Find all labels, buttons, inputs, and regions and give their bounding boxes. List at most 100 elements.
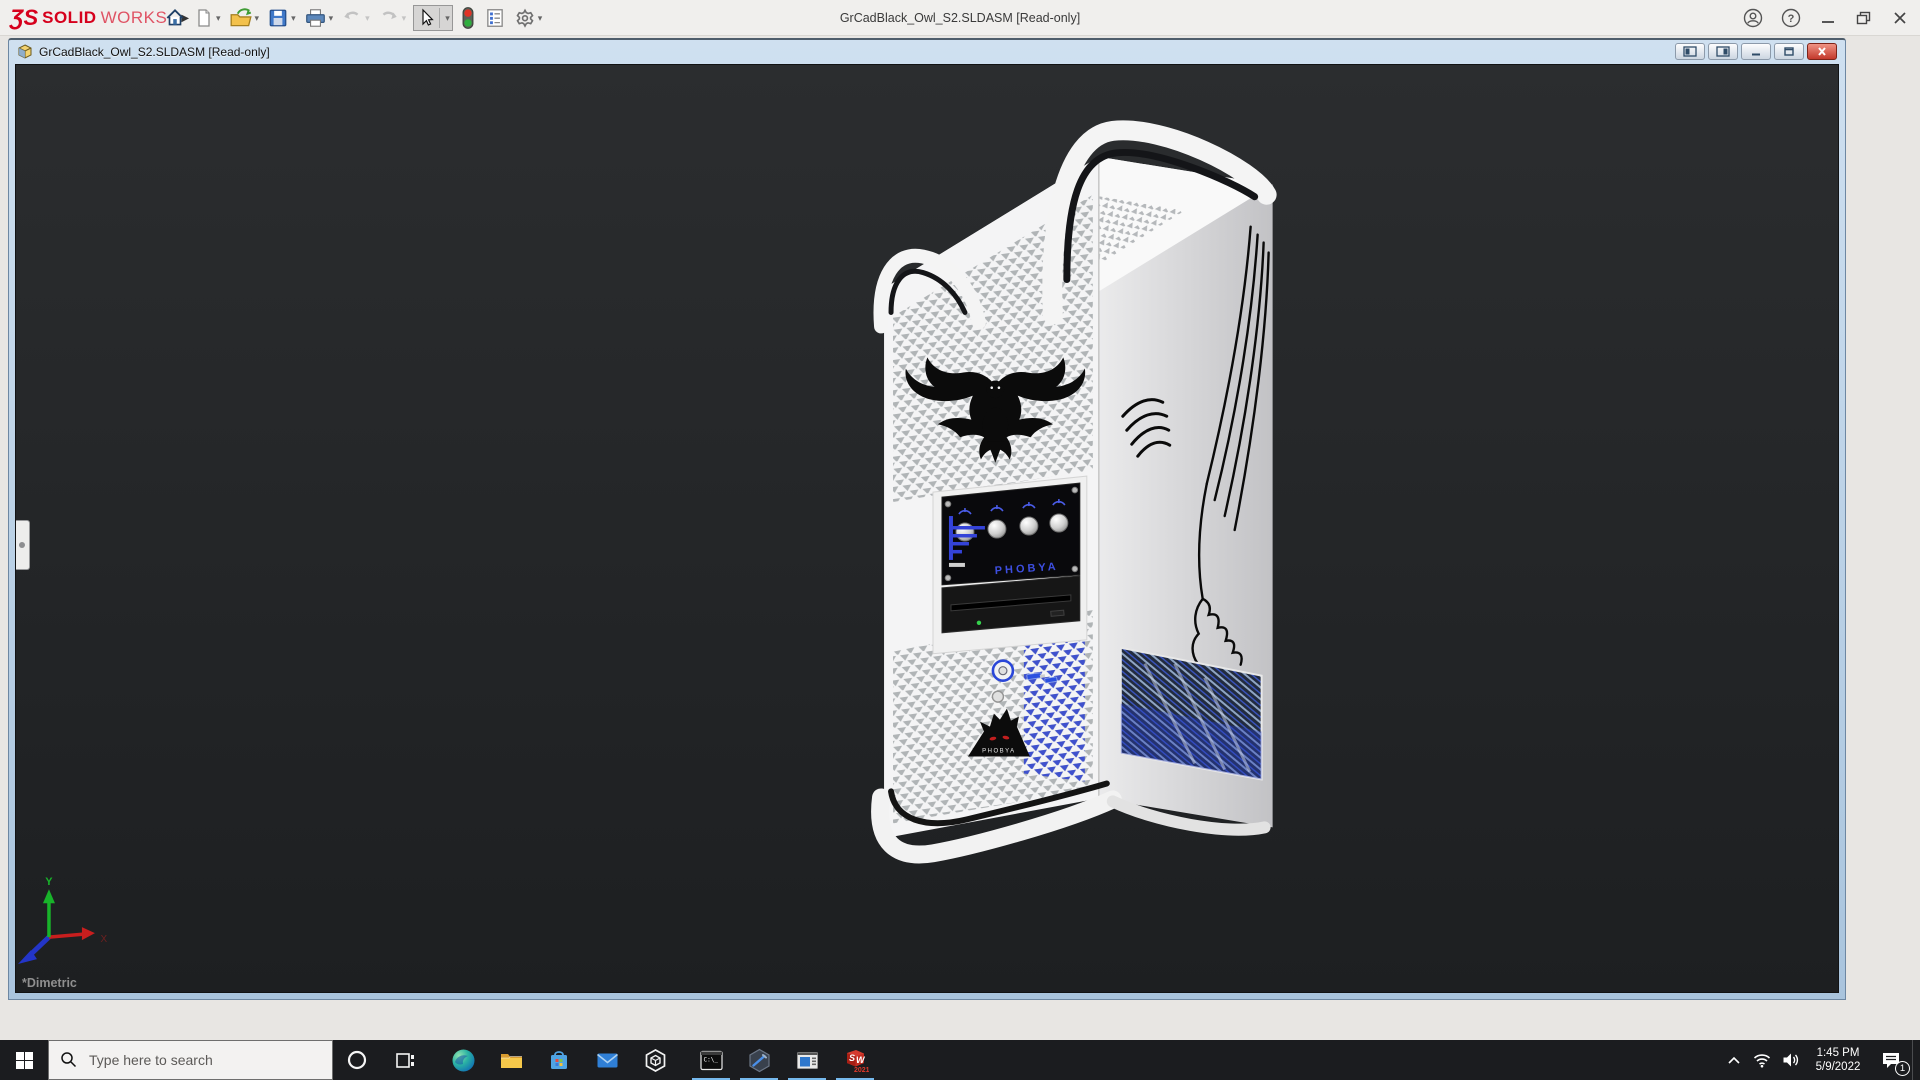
command-prompt-icon: C:\_ [699, 1048, 724, 1073]
badge-text: PHOBYA [982, 749, 1016, 755]
cortana-button[interactable] [333, 1040, 381, 1080]
solidworks-2021-icon: SW2021 [842, 1047, 869, 1074]
drive-led [977, 621, 981, 625]
undo-icon [341, 7, 363, 29]
taskbar-item-solidworks[interactable]: SW2021 [831, 1040, 879, 1080]
tray-network-button[interactable] [1748, 1040, 1776, 1080]
show-desktop-button[interactable] [1912, 1040, 1920, 1080]
orientation-label: *Dimetric [22, 976, 77, 990]
speaker-icon [1782, 1052, 1800, 1068]
sw-letter-w: W [856, 1055, 866, 1065]
select-tool[interactable]: ▾ [413, 5, 453, 31]
select-dropdown[interactable]: ▾ [445, 13, 450, 24]
start-button[interactable] [0, 1040, 48, 1080]
app-window-icon [795, 1048, 820, 1073]
tray-clock[interactable]: 1:45 PM5/9/2022 [1806, 1040, 1870, 1080]
redo-button[interactable]: ▾ [375, 5, 410, 31]
search-input[interactable] [48, 1040, 333, 1080]
document-title: GrCadBlack_Owl_S2.SLDASM [Read-only] [39, 45, 270, 59]
doc-restore-button[interactable] [1774, 43, 1804, 60]
document-window: GrCadBlack_Owl_S2.SLDASM [Read-only] [8, 38, 1846, 1000]
reset-button[interactable] [992, 691, 1003, 702]
restore-icon[interactable] [1854, 7, 1874, 29]
action-center-button[interactable]: 1 [1870, 1040, 1912, 1080]
save-button[interactable]: ▾ [264, 5, 299, 31]
app-titlebar: ƷS SOLID WORKS ▶ ▾ ▾ ▾ ▾ ▾ ▾ [0, 0, 1920, 36]
sw-year: 2021 [854, 1067, 869, 1074]
new-document-button[interactable]: ▾ [191, 5, 224, 31]
microsoft-store-icon [547, 1048, 571, 1072]
gear-icon [514, 7, 536, 29]
taskbar-item-mail[interactable] [583, 1040, 631, 1080]
tray-time: 1:45 PM [1816, 1046, 1861, 1060]
options-button[interactable]: ▾ [511, 5, 546, 31]
tray-chevron-button[interactable] [1720, 1040, 1748, 1080]
task-view-icon [395, 1050, 416, 1071]
help-icon[interactable]: ? [1780, 7, 1802, 29]
file-properties-icon [484, 7, 506, 29]
model-scene[interactable]: PHOBYA [16, 65, 1838, 992]
feature-tree-collapsed-tab[interactable] [16, 520, 30, 570]
right-pane-icon [1716, 46, 1730, 57]
app-window-buttons: ? [1742, 0, 1910, 36]
select-divider [439, 8, 440, 28]
left-pane-toggle-button[interactable] [1675, 43, 1705, 60]
doc-minimize-icon [1749, 46, 1763, 57]
open-dropdown[interactable]: ▾ [255, 13, 260, 24]
print-icon [304, 7, 327, 29]
undo-button[interactable]: ▾ [338, 5, 373, 31]
solidworks-logo-glyph: ƷS [10, 5, 38, 31]
new-document-icon [194, 7, 214, 29]
options-dropdown[interactable]: ▾ [538, 13, 543, 24]
taskbar-item-app-window[interactable] [783, 1040, 831, 1080]
redo-dropdown[interactable]: ▾ [402, 13, 407, 24]
undo-dropdown[interactable]: ▾ [365, 13, 370, 24]
tray-volume-button[interactable] [1776, 1040, 1806, 1080]
save-dropdown[interactable]: ▾ [291, 13, 296, 24]
document-titlebar[interactable]: GrCadBlack_Owl_S2.SLDASM [Read-only] [9, 40, 1845, 64]
pc-case-model[interactable]: PHOBYA [880, 130, 1273, 854]
mail-icon [595, 1048, 620, 1073]
taskbar-item-microsoft-store[interactable] [535, 1040, 583, 1080]
doc-close-button[interactable] [1807, 43, 1837, 60]
orientation-triad: Y X [18, 876, 108, 964]
wifi-icon [1753, 1053, 1771, 1068]
print-dropdown[interactable]: ▾ [329, 13, 334, 24]
document-window-buttons [1675, 43, 1837, 60]
triad-x-arrow [82, 927, 95, 940]
right-pane-toggle-button[interactable] [1708, 43, 1738, 60]
rebuild-traffic-light-icon [460, 6, 476, 30]
task-view-button[interactable] [381, 1040, 429, 1080]
rebuild-button[interactable] [457, 4, 479, 32]
system-tray: 1:45 PM5/9/2022 1 [1720, 1040, 1920, 1080]
windows-start-icon [16, 1052, 33, 1069]
taskbar-item-file-explorer[interactable] [487, 1040, 535, 1080]
assembly-document-icon [17, 44, 33, 60]
controller-label-strip [949, 563, 965, 567]
taskbar-item-3d-viewer[interactable] [631, 1040, 679, 1080]
taskbar: C:\_ SW2021 1:45 PM5/9/2022 1 [0, 1040, 1920, 1080]
taskbar-item-command-prompt[interactable]: C:\_ [687, 1040, 735, 1080]
triad-y-label: Y [45, 876, 53, 888]
close-icon[interactable] [1890, 7, 1910, 29]
edrawings-icon [747, 1048, 772, 1073]
print-button[interactable]: ▾ [301, 5, 337, 31]
graphics-viewport[interactable]: PHOBYA [15, 64, 1839, 993]
account-icon[interactable] [1742, 7, 1764, 29]
taskbar-search[interactable] [48, 1040, 333, 1080]
fan-controller-panel[interactable]: PHOBYA [942, 483, 1080, 585]
taskbar-item-edge[interactable] [439, 1040, 487, 1080]
main-toolbar: ▾ ▾ ▾ ▾ ▾ ▾ ▾ [160, 0, 546, 36]
new-document-dropdown[interactable]: ▾ [216, 13, 221, 24]
home-button[interactable] [161, 5, 189, 31]
open-button[interactable]: ▾ [226, 5, 263, 31]
open-folder-icon [229, 7, 253, 29]
file-properties-button[interactable] [481, 5, 509, 31]
minimize-icon[interactable] [1818, 7, 1838, 29]
doc-restore-icon [1782, 46, 1796, 57]
redo-icon [378, 7, 400, 29]
drive-eject-button[interactable] [1051, 610, 1064, 616]
notification-badge: 1 [1895, 1061, 1910, 1076]
doc-minimize-button[interactable] [1741, 43, 1771, 60]
taskbar-item-edrawings[interactable] [735, 1040, 783, 1080]
